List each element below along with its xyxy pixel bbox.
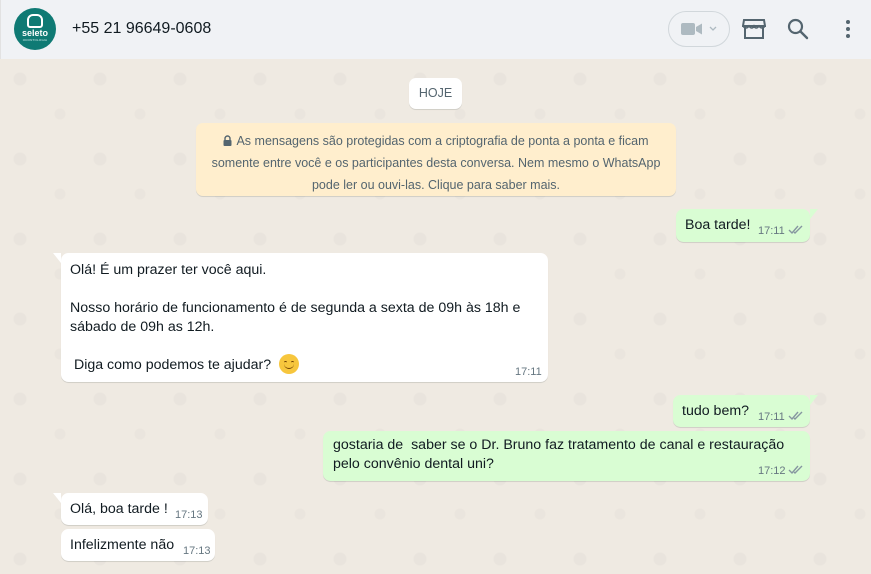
lock-icon (223, 135, 232, 146)
read-ticks-icon (788, 225, 803, 235)
message-time: 17:11 (515, 366, 542, 378)
chevron-down-icon (709, 26, 717, 31)
message-outgoing[interactable]: gostaria de saber se o Dr. Bruno faz tra… (323, 431, 810, 481)
avatar[interactable]: seleto ODONTOLOGIA (14, 8, 56, 50)
message-incoming[interactable]: Olá! É um prazer ter você aqui. Nosso ho… (53, 253, 548, 382)
read-ticks-icon (788, 411, 803, 421)
message-text: Olá, boa tarde ! (70, 501, 168, 517)
avatar-brand: seleto (21, 28, 48, 38)
chat-header: seleto ODONTOLOGIA +55 21 96649-0608 (0, 0, 871, 59)
avatar-subtitle: ODONTOLOGIA (22, 38, 48, 42)
message-text-line: sábado de 09h as 12h. (70, 319, 215, 335)
message-text: Boa tarde! (685, 217, 751, 233)
search-button[interactable] (785, 16, 811, 42)
store-icon (742, 19, 766, 39)
bubble-tail (810, 395, 818, 405)
message-time: 17:12 (758, 465, 786, 477)
message-text: Infelizmente não (70, 537, 175, 553)
catalog-button[interactable] (741, 16, 767, 42)
message-text: tudo bem? (682, 403, 750, 419)
message-time: 17:11 (758, 411, 785, 423)
bubble-tail (53, 253, 61, 263)
message-incoming[interactable]: Olá, boa tarde ! 17:13 (53, 493, 208, 525)
bubble-tail (53, 493, 61, 503)
message-text-line: pelo convênio dental uni? (333, 456, 494, 472)
menu-icon (846, 20, 850, 38)
message-text-line: Diga como podemos te ajudar? (70, 357, 276, 373)
message-time: 17:13 (175, 509, 203, 521)
message-text-row: Diga como podemos te ajudar? (70, 354, 300, 375)
chat-area[interactable]: HOJE As mensagens são protegidas com a c… (0, 59, 871, 574)
message-time: 17:13 (183, 545, 211, 557)
message-text-line: Olá! É um prazer ter você aqui. (70, 262, 267, 278)
menu-button[interactable] (835, 16, 861, 42)
tooth-logo-icon (27, 14, 43, 28)
encryption-notice-text: As mensagens são protegidas com a cripto… (211, 134, 661, 192)
message-text-line: gostaria de saber se o Dr. Bruno faz tra… (333, 437, 785, 453)
message-outgoing[interactable]: Boa tarde! 17:11 (676, 209, 818, 242)
smiling-face-emoji-icon (279, 354, 300, 374)
contact-name[interactable]: +55 21 96649-0608 (72, 20, 211, 38)
read-ticks-icon (788, 465, 803, 475)
message-text-line: Nosso horário de funcionamento é de segu… (70, 300, 521, 316)
encryption-notice[interactable]: As mensagens são protegidas com a cripto… (196, 123, 676, 196)
message-outgoing[interactable]: tudo bem? 17:11 (673, 395, 818, 427)
bubble-tail (810, 209, 818, 219)
video-call-icon (681, 23, 702, 35)
message-incoming[interactable]: Infelizmente não 17:13 (61, 529, 215, 561)
date-chip: HOJE (409, 78, 462, 109)
search-icon (787, 18, 809, 40)
video-call-button[interactable] (668, 11, 730, 47)
message-time: 17:11 (758, 225, 785, 237)
